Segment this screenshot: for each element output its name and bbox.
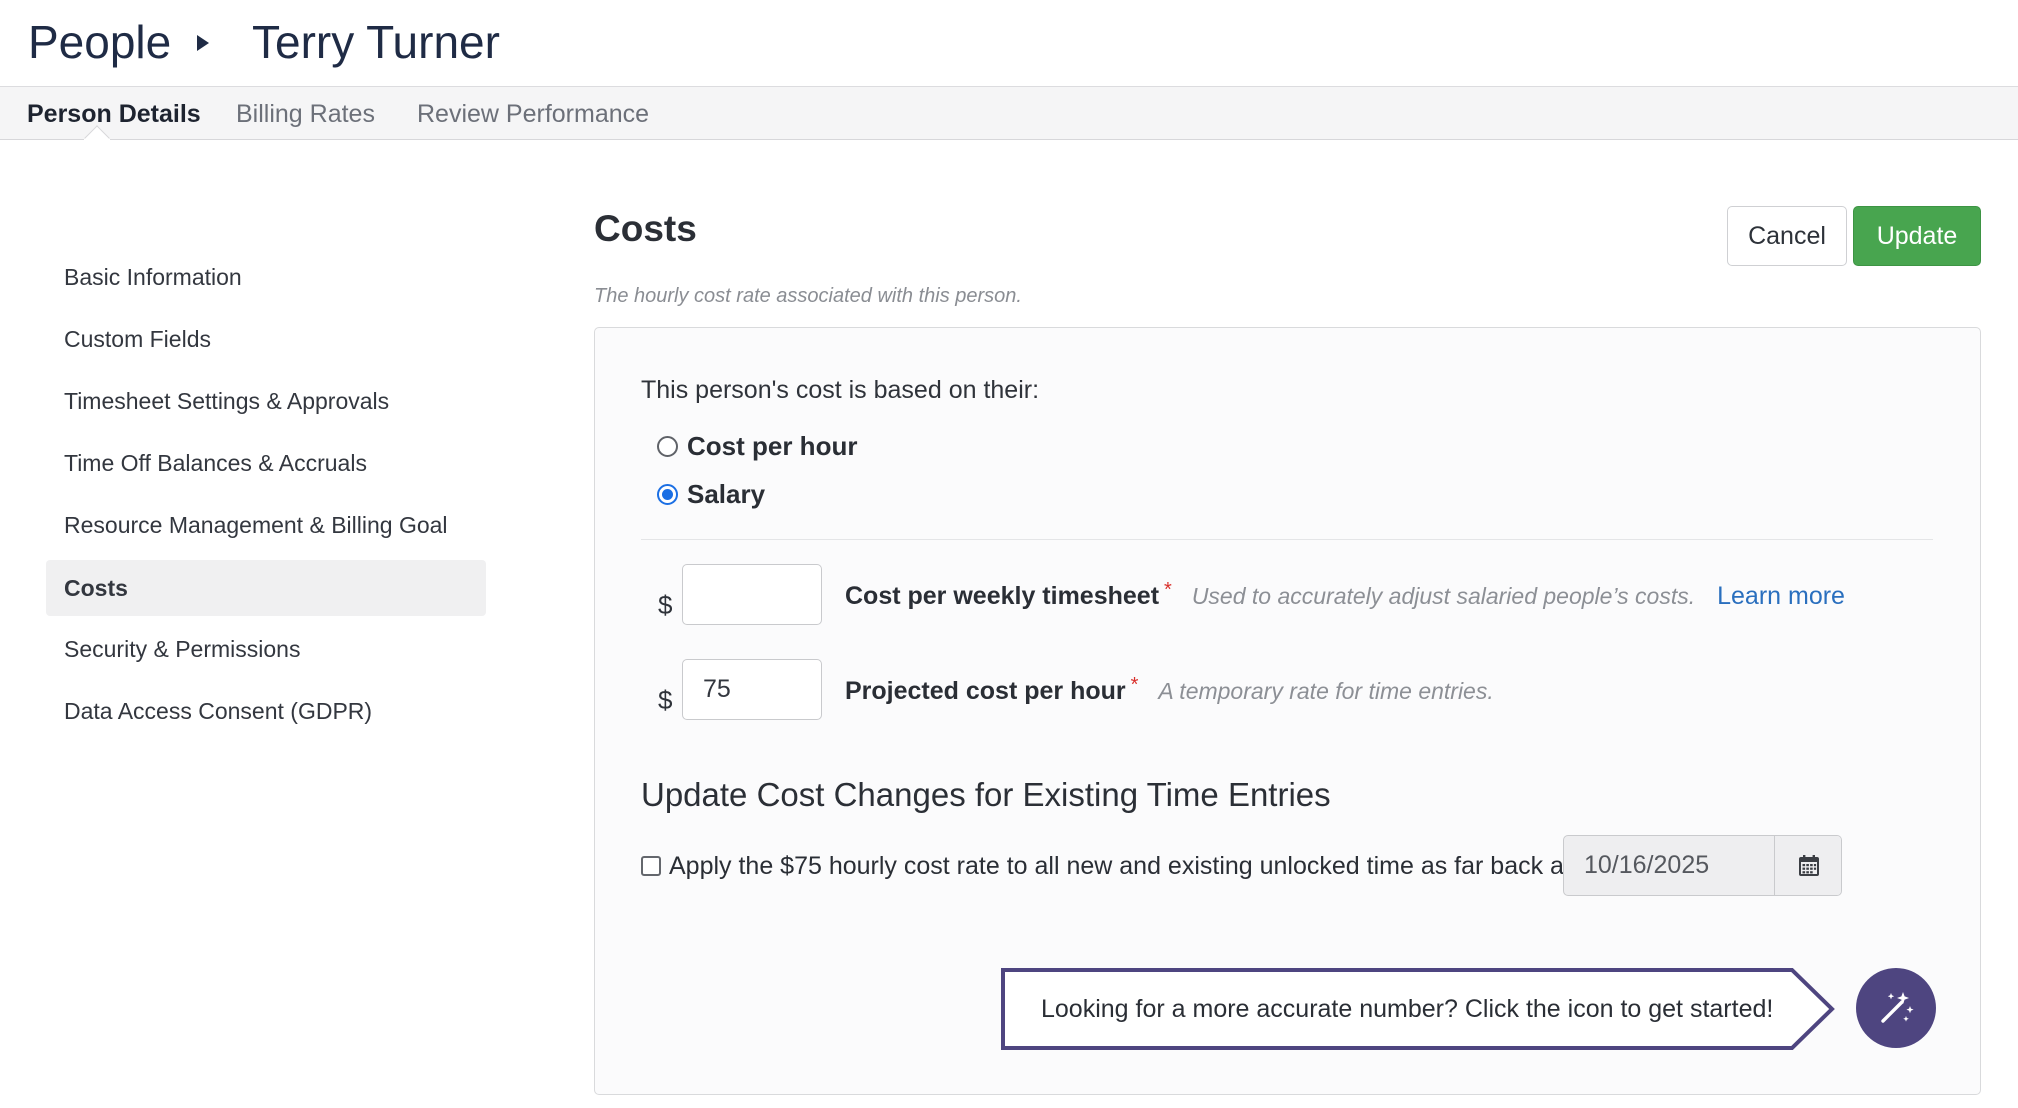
update-button[interactable]: Update: [1853, 206, 1981, 266]
estimator-callout: Looking for a more accurate number? Clic…: [1001, 968, 1836, 1050]
page-header: People Terry Turner: [0, 0, 2018, 86]
projected-cost-label-row: Projected cost per hour * A temporary ra…: [845, 671, 1494, 711]
weekly-cost-input[interactable]: [682, 564, 822, 625]
callout-text: Looking for a more accurate number? Clic…: [1041, 995, 1774, 1023]
weekly-cost-hint: Used to accurately adjust salaried peopl…: [1191, 582, 1696, 609]
radio-label-cost-per-hour: Cost per hour: [687, 430, 858, 461]
weekly-cost-label: Cost per weekly timesheet: [845, 581, 1160, 610]
apply-rate-label: Apply the $75 hourly cost rate to all ne…: [669, 851, 1577, 880]
costs-panel: This person's cost is based on their: Co…: [594, 327, 1981, 1095]
sidebar-item-data-access-consent[interactable]: Data Access Consent (GDPR): [46, 683, 486, 739]
radio-label-salary: Salary: [687, 478, 766, 509]
date-input[interactable]: 10/16/2025: [1564, 836, 1774, 895]
learn-more-link[interactable]: Learn more: [1717, 582, 1845, 611]
tab-review-performance[interactable]: Review Performance: [417, 87, 649, 139]
radio-cost-per-hour[interactable]: Cost per hour: [657, 426, 857, 466]
sidebar-item-custom-fields[interactable]: Custom Fields: [46, 311, 486, 367]
currency-symbol: $: [658, 590, 673, 620]
apply-rate-row: Apply the $75 hourly cost rate to all ne…: [641, 846, 1576, 886]
tab-person-details[interactable]: Person Details: [27, 87, 201, 139]
radio-circle[interactable]: [657, 435, 678, 457]
magic-wand-sparkles-icon: [1881, 992, 1914, 1023]
sidebar-item-basic-information[interactable]: Basic Information: [46, 249, 486, 305]
projected-cost-hint: A temporary rate for time entries.: [1158, 677, 1494, 704]
cancel-button[interactable]: Cancel: [1727, 206, 1847, 266]
section-description: The hourly cost rate associated with thi…: [594, 285, 1022, 307]
required-marker: *: [1164, 578, 1172, 601]
currency-symbol: $: [658, 685, 673, 715]
date-picker[interactable]: 10/16/2025: [1563, 835, 1842, 896]
radio-circle-selected[interactable]: [657, 483, 678, 505]
weekly-cost-label-row: Cost per weekly timesheet * Used to accu…: [845, 576, 1845, 616]
projected-cost-label: Projected cost per hour: [845, 676, 1126, 705]
page-title: Terry Turner: [252, 16, 500, 68]
radio-salary[interactable]: Salary: [657, 474, 765, 514]
magic-estimator-button[interactable]: [1856, 968, 1936, 1048]
divider: [641, 539, 1933, 540]
sidebar-item-costs[interactable]: Costs: [46, 560, 486, 616]
sidebar-item-resource-management[interactable]: Resource Management & Billing Goal: [46, 497, 486, 553]
tab-billing-rates[interactable]: Billing Rates: [236, 87, 375, 139]
projected-cost-input[interactable]: [682, 659, 822, 720]
sidebar-item-security-permissions[interactable]: Security & Permissions: [46, 621, 486, 677]
calendar-button[interactable]: [1774, 836, 1841, 895]
cost-basis-prompt: This person's cost is based on their:: [641, 376, 1040, 404]
required-marker: *: [1130, 673, 1139, 696]
caret-right-icon: [197, 35, 209, 51]
sidebar-item-time-off-balances[interactable]: Time Off Balances & Accruals: [46, 435, 486, 491]
breadcrumb-people-link[interactable]: People: [28, 14, 171, 70]
apply-rate-checkbox[interactable]: [641, 856, 661, 876]
tab-bar: Person Details Billing Rates Review Perf…: [0, 86, 2018, 140]
update-changes-heading: Update Cost Changes for Existing Time En…: [641, 776, 1331, 813]
section-title: Costs: [594, 208, 697, 249]
sidebar-item-timesheet-settings[interactable]: Timesheet Settings & Approvals: [46, 373, 486, 429]
calendar-icon: [1799, 854, 1819, 876]
